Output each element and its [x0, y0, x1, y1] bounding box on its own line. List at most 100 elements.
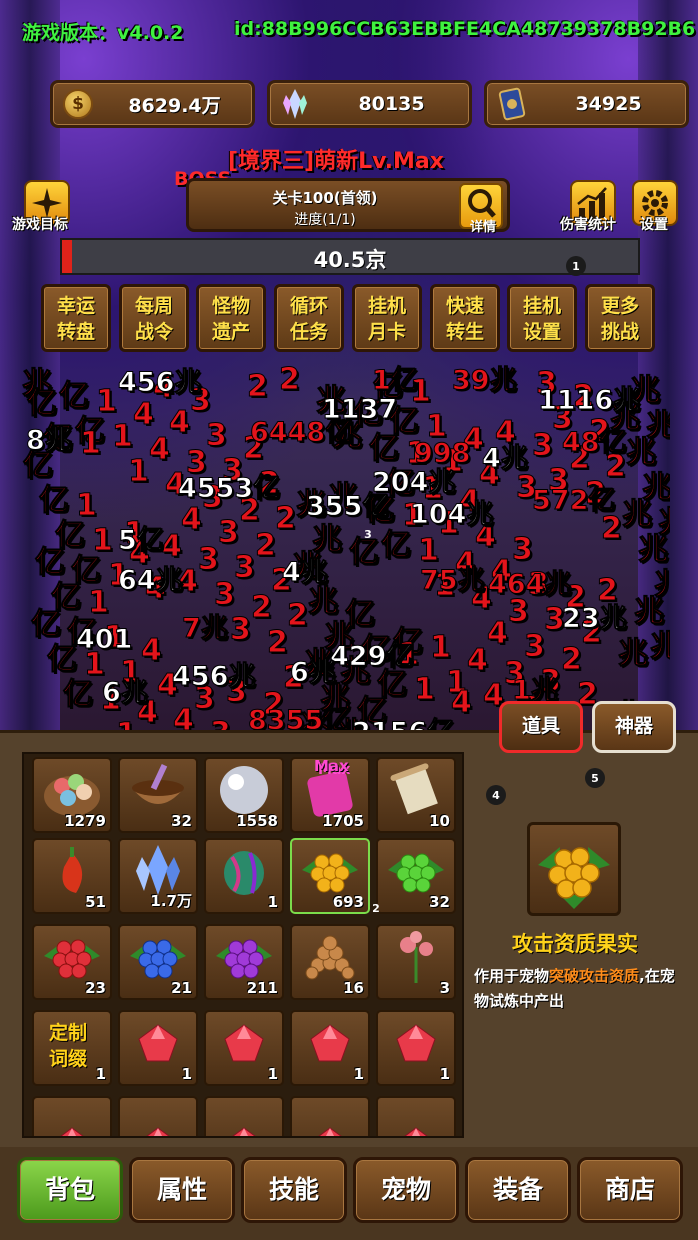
inventory-slot-pearl[interactable]: 1558 — [204, 757, 284, 833]
coin-icon: $ — [59, 85, 97, 123]
bottom-tab-4[interactable]: 装备 — [465, 1157, 571, 1223]
crystal-value: 80135 — [358, 93, 425, 115]
selected-item-name: 攻击资质果实 — [512, 932, 638, 956]
damage-number: 2156亿 — [351, 710, 454, 731]
battle-area: 兆亿1432兆亿1432兆亿1432兆亿1432兆亿1432兆亿1432兆亿14… — [22, 358, 670, 731]
inventory-slot-red-fruit[interactable]: 23 — [32, 924, 112, 1000]
damage-number: 4兆 — [482, 443, 529, 475]
inventory-slot-custom-affix[interactable]: 定制词缀 1 — [32, 1010, 112, 1086]
damage-number-filler: 3 — [206, 418, 228, 454]
feature-button-3[interactable]: 循环 任务 — [274, 284, 344, 352]
gold-resource: $ 8629.4万 — [50, 80, 255, 128]
inventory-slot-partial[interactable] — [204, 1096, 284, 1136]
marker-4: 4 — [486, 785, 506, 805]
damage-number-filler: 亿 — [35, 545, 66, 581]
damage-number: 39兆 — [452, 365, 518, 397]
feature-button-4[interactable]: 挂机 月卡 — [352, 284, 422, 352]
selected-item-description: 作用于宠物突破攻击资质,在宠物试炼中产出 — [474, 964, 684, 1014]
item-count: 1 — [181, 1065, 192, 1083]
feature-line-1: 快速 — [445, 295, 484, 317]
damage-number-filler: 3 — [532, 428, 554, 464]
inventory-slot-scroll[interactable]: 10 — [376, 757, 456, 833]
inventory-slot-partial[interactable] — [32, 1096, 112, 1136]
bottom-tab-0[interactable]: 背包 — [17, 1157, 123, 1223]
bottom-tab-1[interactable]: 属性 — [129, 1157, 235, 1223]
stage-detail-button[interactable]: 详情 — [459, 183, 503, 235]
inventory-slot-red-gem[interactable]: 1 — [290, 1010, 370, 1086]
tab-items[interactable]: 道具 — [499, 701, 583, 753]
damage-number: 1137 — [321, 394, 398, 426]
damage-number-filler: 2 — [247, 369, 269, 405]
item-count: 1 — [95, 1065, 106, 1083]
inventory-slot-green-fruit[interactable]: 32 — [376, 838, 456, 914]
damage-number: 8兆 — [26, 425, 73, 457]
damage-number: 1116兆 — [537, 385, 641, 417]
damage-number-filler: 3 — [230, 612, 252, 648]
item-count: 32 — [429, 893, 450, 911]
damage-number: 4兆 — [282, 557, 329, 589]
damage-number-filler: 2 — [561, 642, 583, 678]
item-count: 1558 — [236, 812, 278, 830]
feature-line-1: 更多 — [600, 295, 639, 317]
card-value: 34925 — [575, 93, 642, 115]
inventory-slot-seed-pile[interactable]: 16 — [290, 924, 370, 1000]
inventory-slot-mortar-bowl[interactable]: 32 — [118, 757, 198, 833]
damage-stats-label: 伤害统计 — [560, 217, 616, 233]
custom-affix-label: 定制词缀 — [48, 1022, 87, 1070]
feature-line-2: 转生 — [445, 321, 484, 343]
feature-button-7[interactable]: 更多 挑战 — [585, 284, 655, 352]
damage-number: 75兆 — [420, 565, 486, 597]
inventory-slot-partial[interactable] — [290, 1096, 370, 1136]
inventory-slot-partial[interactable] — [118, 1096, 198, 1136]
feature-line-2: 挑战 — [600, 321, 639, 343]
damage-number-filler: 1 — [430, 630, 452, 666]
damage-number: 48亿 — [562, 427, 628, 459]
bottom-tab-2[interactable]: 技能 — [241, 1157, 347, 1223]
crystal-icon — [276, 85, 314, 123]
feature-button-6[interactable]: 挂机 设置 — [507, 284, 577, 352]
inventory-slot-red-pepper[interactable]: 51 — [32, 838, 112, 914]
inventory-slot-red-gem[interactable]: 1 — [376, 1010, 456, 1086]
damage-number-filler: 1 — [414, 672, 436, 708]
damage-number-filler: 亿 — [59, 379, 90, 415]
feature-button-5[interactable]: 快速 转生 — [430, 284, 500, 352]
inventory-slot-red-gem[interactable]: 1 — [118, 1010, 198, 1086]
damage-number-filler: 2 — [279, 362, 301, 398]
inventory-slot-purple-fruit[interactable]: 211 — [204, 924, 284, 1000]
damage-number-filler: 3 — [210, 716, 232, 731]
feature-button-2[interactable]: 怪物 遗产 — [196, 284, 266, 352]
damage-number-filler: 亿 — [345, 597, 376, 633]
card-icon — [493, 85, 531, 123]
feature-line-1: 每周 — [134, 295, 173, 317]
selected-item-icon — [527, 822, 621, 916]
inventory-slot-red-gem[interactable]: 1 — [204, 1010, 284, 1086]
damage-number: 8355亿 — [247, 705, 351, 731]
inventory-slot-partial[interactable] — [376, 1096, 456, 1136]
inventory-slot-rose[interactable]: 3 — [376, 924, 456, 1000]
inventory-slot-blue-crystal[interactable]: 1.7万 — [118, 838, 198, 914]
damage-number-filler: 2 — [275, 501, 297, 537]
item-count: 1279 — [64, 812, 106, 830]
bottom-tab-5[interactable]: 商店 — [577, 1157, 683, 1223]
damage-number-filler: 1 — [128, 454, 150, 490]
red-gem-icon — [133, 1124, 183, 1136]
red-gem-icon — [47, 1124, 97, 1136]
inventory-slot-striped-melon[interactable]: 1 — [204, 838, 284, 914]
inventory-slot-max-ticket[interactable]: Max Max 1705 — [290, 757, 370, 833]
damage-number-filler: 4 — [149, 432, 171, 468]
striped-melon-icon — [214, 841, 274, 905]
feature-line-2: 转盘 — [56, 321, 95, 343]
inventory-slot-candy-bowl[interactable]: 1279 — [32, 757, 112, 833]
item-count: 1 — [439, 1065, 450, 1083]
bottom-tab-3[interactable]: 宠物 — [353, 1157, 459, 1223]
tab-artifacts[interactable]: 神器 — [592, 701, 676, 753]
feature-line-2: 战令 — [134, 321, 173, 343]
item-count: 1 — [267, 1065, 278, 1083]
feature-button-1[interactable]: 每周 战令 — [119, 284, 189, 352]
inventory-slot-blue-fruit[interactable]: 21 — [118, 924, 198, 1000]
damage-number-filler: 2 — [267, 625, 289, 661]
crystal-resource: 80135 — [267, 80, 472, 128]
feature-button-0[interactable]: 幸运 转盘 — [41, 284, 111, 352]
damage-number-filler: 4 — [467, 643, 489, 679]
inventory-slot-attack-fruit[interactable]: 693 — [290, 838, 370, 914]
